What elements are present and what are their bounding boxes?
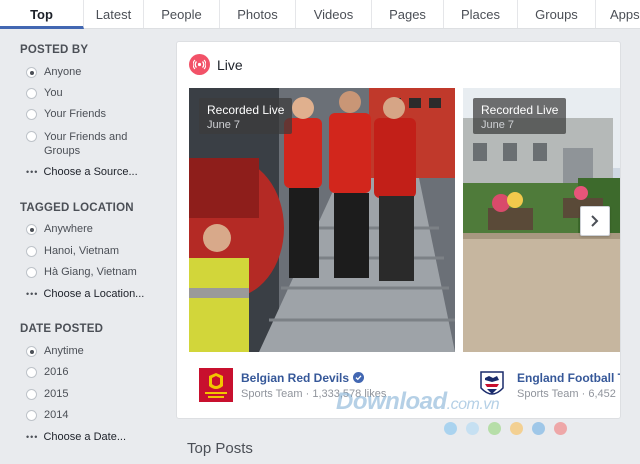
tab-pages[interactable]: Pages xyxy=(372,0,444,28)
top-posts-heading: Top Posts xyxy=(187,440,253,457)
more-dots-icon: ••• xyxy=(26,432,39,442)
search-tabs: Top Latest People Photos Videos Pages Pl… xyxy=(0,0,640,29)
radio-selected-icon[interactable] xyxy=(26,224,37,235)
radio-icon[interactable] xyxy=(26,131,37,142)
date-2014[interactable]: 2014 xyxy=(26,409,156,421)
tab-people[interactable]: People xyxy=(144,0,220,28)
page-subtitle: Sports Team · 6,452 xyxy=(517,387,616,400)
radio-icon[interactable] xyxy=(26,109,37,120)
tab-apps[interactable]: Apps xyxy=(596,0,640,28)
radio-icon[interactable] xyxy=(26,367,37,378)
tab-photos[interactable]: Photos xyxy=(220,0,296,28)
posted-by-friends[interactable]: Your Friends xyxy=(26,108,156,120)
tab-groups[interactable]: Groups xyxy=(518,0,596,28)
chevron-right-icon xyxy=(591,215,599,227)
choose-date-link[interactable]: ••• Choose a Date... xyxy=(26,431,126,443)
tab-top[interactable]: Top xyxy=(0,0,84,29)
live-title: Live xyxy=(217,56,243,73)
more-dots-icon: ••• xyxy=(26,289,39,299)
recorded-live-badge: Recorded Live June 7 xyxy=(473,98,567,134)
date-2015[interactable]: 2015 xyxy=(26,388,156,400)
radio-icon[interactable] xyxy=(26,410,37,421)
more-dots-icon: ••• xyxy=(26,167,39,177)
radio-icon[interactable] xyxy=(26,267,37,278)
posted-by-friends-groups[interactable]: Your Friends and Groups xyxy=(26,130,156,158)
watermark-dot xyxy=(510,422,523,435)
choose-location-link[interactable]: ••• Choose a Location... xyxy=(26,288,144,300)
date-2016[interactable]: 2016 xyxy=(26,366,156,378)
verified-badge-icon xyxy=(353,372,365,383)
posted-by-anyone[interactable]: Anyone xyxy=(26,66,156,78)
choose-source-link[interactable]: ••• Choose a Source... xyxy=(26,166,138,178)
watermark-dots xyxy=(444,422,576,435)
carousel-next-button[interactable] xyxy=(580,206,610,236)
tab-places[interactable]: Places xyxy=(444,0,518,28)
radio-selected-icon[interactable] xyxy=(26,67,37,78)
belgian-red-devils-logo xyxy=(199,368,233,402)
posted-by-you[interactable]: You xyxy=(26,87,156,99)
tab-latest[interactable]: Latest xyxy=(84,0,144,28)
date-posted-heading: DATE POSTED xyxy=(20,323,104,335)
posted-by-heading: POSTED BY xyxy=(20,44,89,56)
location-hanoi[interactable]: Hanoi, Vietnam xyxy=(26,245,156,257)
download-watermark-logo: Download.com.vn xyxy=(336,388,500,415)
watermark-dot xyxy=(532,422,545,435)
live-card: Live Recorded Live June 7 Recorded Live … xyxy=(176,41,621,419)
radio-icon[interactable] xyxy=(26,389,37,400)
page-name-link[interactable]: Belgian Red Devils xyxy=(241,371,386,385)
radio-icon[interactable] xyxy=(26,246,37,257)
location-ha-giang[interactable]: Hà Giang, Vietnam xyxy=(26,266,156,278)
location-anywhere[interactable]: Anywhere xyxy=(26,223,156,235)
recorded-live-badge: Recorded Live June 7 xyxy=(199,98,293,134)
radio-selected-icon[interactable] xyxy=(26,346,37,357)
radio-icon[interactable] xyxy=(26,88,37,99)
tab-videos[interactable]: Videos xyxy=(296,0,372,28)
live-broadcast-icon xyxy=(189,54,210,75)
date-anytime[interactable]: Anytime xyxy=(26,345,156,357)
live-header: Live xyxy=(189,54,243,75)
watermark-dot xyxy=(444,422,457,435)
watermark-dot xyxy=(466,422,479,435)
live-video-thumbnail[interactable]: Recorded Live June 7 xyxy=(189,88,455,352)
page-name-link[interactable]: England Football Te xyxy=(517,371,620,385)
watermark-dot xyxy=(488,422,501,435)
watermark-dot xyxy=(554,422,567,435)
tagged-location-heading: TAGGED LOCATION xyxy=(20,202,134,214)
